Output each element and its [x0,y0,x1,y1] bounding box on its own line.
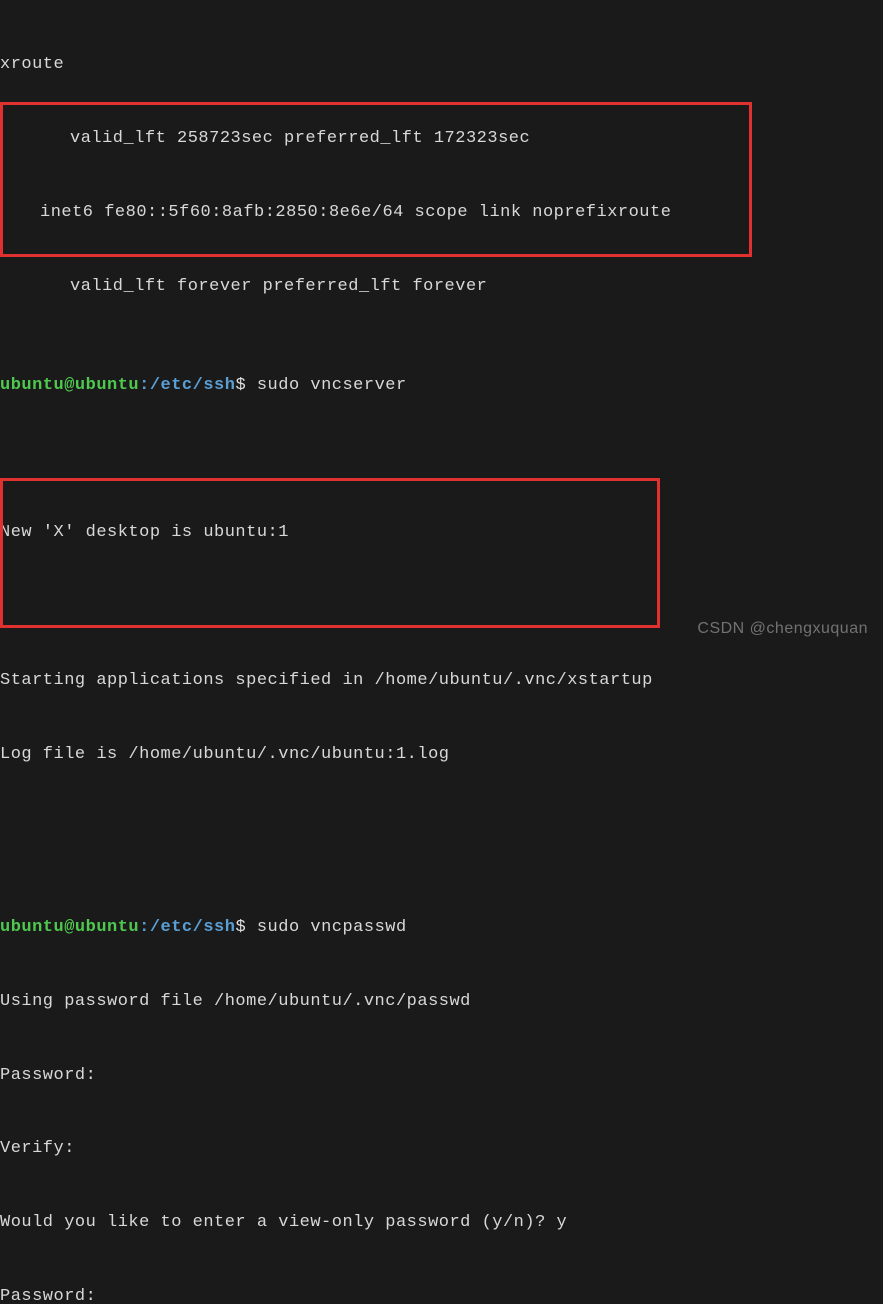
prompt-user: ubuntu@ubuntu [0,376,139,395]
watermark-text: CSDN @chengxuquan [697,617,868,640]
passwd-output: Using password file /home/ubuntu/.vnc/pa… [0,990,883,1015]
prompt-user: ubuntu@ubuntu [0,918,139,937]
prompt-dollar: $ [235,918,256,937]
network-output: valid_lft forever preferred_lft forever [0,275,883,300]
vnc-output: New 'X' desktop is ubuntu:1 [0,521,883,546]
blank-line [0,448,883,473]
vnc-output: Log file is /home/ubuntu/.vnc/ubuntu:1.l… [0,743,883,768]
passwd-output: Password: [0,1285,883,1304]
network-output: xroute [0,53,883,78]
prompt-dollar: $ [235,376,256,395]
passwd-output: Verify: [0,1137,883,1162]
prompt-path: :/etc/ssh [139,918,235,937]
passwd-output: Would you like to enter a view-only pass… [0,1211,883,1236]
terminal-window[interactable]: xroute valid_lft 258723sec preferred_lft… [0,4,883,1304]
prompt-line: ubuntu@ubuntu:/etc/ssh$ sudo vncpasswd [0,916,883,941]
blank-line [0,817,883,842]
command-text: sudo vncpasswd [257,918,407,937]
prompt-line: ubuntu@ubuntu:/etc/ssh$ sudo vncserver [0,374,883,399]
command-text: sudo vncserver [257,376,407,395]
network-output: inet6 fe80::5f60:8afb:2850:8e6e/64 scope… [0,201,883,226]
vnc-output: Starting applications specified in /home… [0,669,883,694]
prompt-path: :/etc/ssh [139,376,235,395]
network-output: valid_lft 258723sec preferred_lft 172323… [0,127,883,152]
passwd-output: Password: [0,1064,883,1089]
